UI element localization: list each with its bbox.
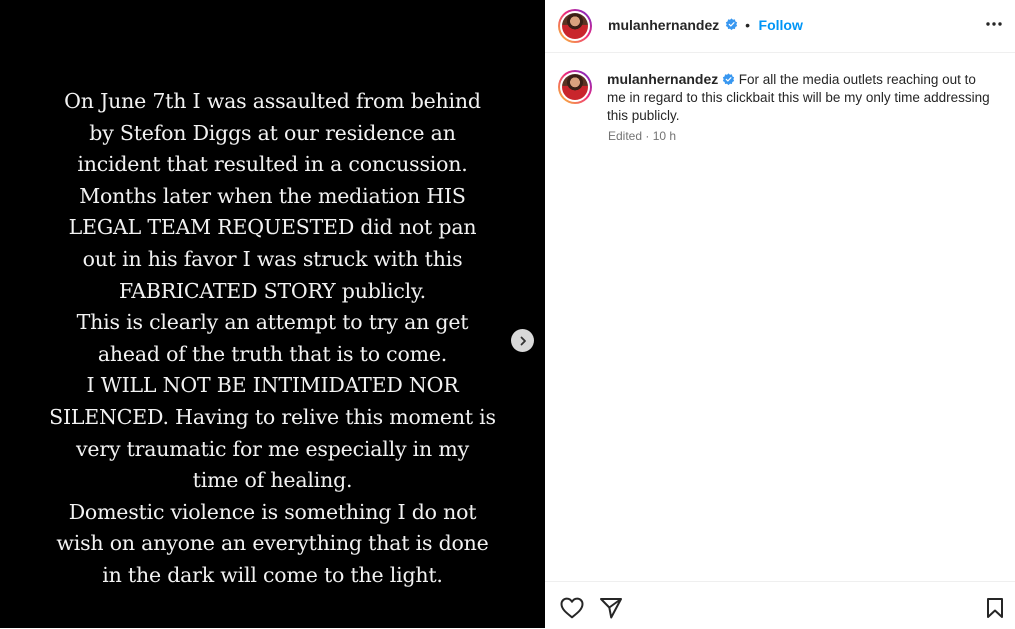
save-button[interactable] — [985, 597, 1005, 624]
avatar[interactable] — [558, 9, 592, 43]
story-line: in the dark will come to the light. — [102, 562, 443, 587]
caption-avatar[interactable] — [558, 70, 592, 104]
post-sidebar: mulanhernandez • Follow mulanhernandez F… — [545, 0, 1015, 628]
caption-username[interactable]: mulanhernandez — [607, 71, 718, 87]
header-username[interactable]: mulanhernandez — [608, 17, 719, 33]
chevron-right-icon — [520, 336, 526, 345]
story-line: incident that resulted in a concussion. — [77, 152, 468, 177]
more-options-button[interactable] — [985, 15, 1003, 38]
like-button[interactable] — [560, 597, 584, 624]
story-line: On June 7th I was assaulted from behind — [64, 89, 481, 113]
story-line: FABRICATED STORY publicly. — [119, 278, 426, 303]
post-caption: mulanhernandez For all the media outlets… — [607, 70, 997, 125]
instagram-post-modal: On June 7th I was assaulted from behind b… — [0, 0, 1015, 628]
story-line: wish on anyone an everything that is don… — [56, 531, 489, 556]
story-line: Domestic violence is something I do not — [68, 499, 477, 524]
post-meta: Edited · 10 h — [608, 129, 676, 143]
heart-icon — [560, 597, 584, 619]
avatar-image — [562, 13, 588, 39]
post-media: On June 7th I was assaulted from behind b… — [0, 0, 545, 628]
story-line: LEGAL TEAM REQUESTED did not pan — [68, 215, 477, 240]
post-timestamp[interactable]: 10 h — [653, 129, 676, 143]
action-bar — [545, 581, 1015, 629]
story-line: by Stefon Diggs at our residence an — [89, 120, 456, 145]
header-user-row: mulanhernandez • Follow — [608, 17, 803, 35]
story-line: This is clearly an attempt to try an get — [76, 310, 469, 335]
more-horizontal-icon — [986, 22, 1002, 26]
edited-label: Edited — [608, 129, 643, 143]
post-header: mulanhernandez • Follow — [545, 0, 1015, 53]
avatar-image — [562, 74, 588, 100]
story-line: I WILL NOT BE INTIMIDATED NOR — [86, 373, 459, 398]
story-line: SILENCED. Having to relive this moment i… — [49, 404, 496, 429]
paper-plane-icon — [600, 598, 622, 619]
story-line: time of healing. — [192, 468, 353, 493]
verified-badge-icon — [725, 18, 737, 31]
share-button[interactable] — [599, 597, 623, 624]
follow-button[interactable]: Follow — [759, 17, 803, 33]
header-separator: • — [745, 17, 751, 33]
story-line: ahead of the truth that is to come. — [97, 341, 448, 366]
bookmark-icon — [987, 598, 1003, 618]
story-line: out in his favor I was struck with this — [82, 246, 463, 271]
verified-badge-icon — [722, 73, 735, 86]
story-line: very traumatic for me especially in my — [76, 436, 469, 461]
story-line: Months later when the mediation HIS — [79, 183, 466, 208]
story-text-block: On June 7th I was assaulted from behind b… — [14, 86, 531, 592]
meta-separator: · — [645, 129, 650, 143]
next-media-button[interactable] — [511, 329, 534, 352]
